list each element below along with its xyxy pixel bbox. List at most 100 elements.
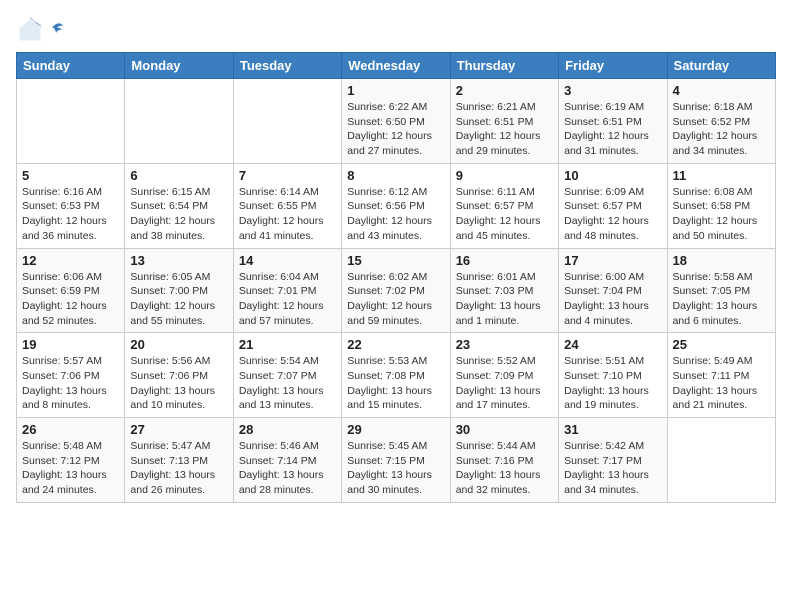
calendar-cell: 16Sunrise: 6:01 AM Sunset: 7:03 PM Dayli… [450, 248, 558, 333]
cell-info: Sunrise: 5:57 AM Sunset: 7:06 PM Dayligh… [22, 354, 119, 413]
cell-info: Sunrise: 5:56 AM Sunset: 7:06 PM Dayligh… [130, 354, 227, 413]
calendar-cell: 12 Sunrise: 6:06 AM Sunset: 6:59 PM Dayli… [17, 248, 125, 333]
day-number: 10 [564, 168, 661, 183]
col-header-monday: Monday [125, 53, 233, 79]
calendar-cell: 14Sunrise: 6:04 AM Sunset: 7:01 PM Dayli… [233, 248, 341, 333]
day-number: 5 [22, 168, 119, 183]
logo-bird-icon [47, 21, 65, 39]
col-header-tuesday: Tuesday [233, 53, 341, 79]
calendar-cell: 5 Sunrise: 6:16 AM Sunset: 6:53 PM Daylig… [17, 163, 125, 248]
col-header-thursday: Thursday [450, 53, 558, 79]
cell-info: Sunrise: 6:22 AM Sunset: 6:50 PM Dayligh… [347, 100, 444, 159]
cell-info: Sunrise: 5:45 AM Sunset: 7:15 PM Dayligh… [347, 439, 444, 498]
logo-icon [16, 16, 44, 44]
calendar-cell: 8 Sunrise: 6:12 AM Sunset: 6:56 PM Daylig… [342, 163, 450, 248]
cell-info: Sunrise: 6:02 AM Sunset: 7:02 PM Dayligh… [347, 270, 444, 329]
day-number: 21 [239, 337, 336, 352]
cell-info: Sunrise: 6:15 AM Sunset: 6:54 PM Dayligh… [130, 185, 227, 244]
cell-info: Sunrise: 5:46 AM Sunset: 7:14 PM Dayligh… [239, 439, 336, 498]
day-number: 8 [347, 168, 444, 183]
logo [16, 16, 66, 44]
col-header-saturday: Saturday [667, 53, 775, 79]
cell-info: Sunrise: 6:05 AM Sunset: 7:00 PM Dayligh… [130, 270, 227, 329]
page-header [16, 16, 776, 44]
day-number: 26 [22, 422, 119, 437]
cell-info: Sunrise: 5:54 AM Sunset: 7:07 PM Dayligh… [239, 354, 336, 413]
cell-info: Sunrise: 5:44 AM Sunset: 7:16 PM Dayligh… [456, 439, 553, 498]
calendar-cell: 28Sunrise: 5:46 AM Sunset: 7:14 PM Dayli… [233, 418, 341, 503]
cell-info: Sunrise: 5:47 AM Sunset: 7:13 PM Dayligh… [130, 439, 227, 498]
day-number: 25 [673, 337, 770, 352]
day-number: 23 [456, 337, 553, 352]
calendar-cell [125, 79, 233, 164]
cell-info: Sunrise: 6:16 AM Sunset: 6:53 PM Dayligh… [22, 185, 119, 244]
week-row-4: 19Sunrise: 5:57 AM Sunset: 7:06 PM Dayli… [17, 333, 776, 418]
calendar-cell: 7 Sunrise: 6:14 AM Sunset: 6:55 PM Daylig… [233, 163, 341, 248]
calendar-cell: 24 Sunrise: 5:51 AM Sunset: 7:10 PM Dayli… [559, 333, 667, 418]
calendar-cell: 21 Sunrise: 5:54 AM Sunset: 7:07 PM Dayli… [233, 333, 341, 418]
day-number: 11 [673, 168, 770, 183]
day-number: 15 [347, 253, 444, 268]
day-number: 31 [564, 422, 661, 437]
calendar-cell: 9 Sunrise: 6:11 AM Sunset: 6:57 PM Daylig… [450, 163, 558, 248]
cell-info: Sunrise: 5:51 AM Sunset: 7:10 PM Dayligh… [564, 354, 661, 413]
cell-info: Sunrise: 6:01 AM Sunset: 7:03 PM Dayligh… [456, 270, 553, 329]
cell-info: Sunrise: 6:14 AM Sunset: 6:55 PM Dayligh… [239, 185, 336, 244]
calendar-cell: 25 Sunrise: 5:49 AM Sunset: 7:11 PM Dayli… [667, 333, 775, 418]
day-number: 6 [130, 168, 227, 183]
col-header-sunday: Sunday [17, 53, 125, 79]
day-number: 3 [564, 83, 661, 98]
calendar-cell: 23 Sunrise: 5:52 AM Sunset: 7:09 PM Dayli… [450, 333, 558, 418]
col-header-friday: Friday [559, 53, 667, 79]
day-number: 27 [130, 422, 227, 437]
cell-info: Sunrise: 5:53 AM Sunset: 7:08 PM Dayligh… [347, 354, 444, 413]
cell-info: Sunrise: 6:21 AM Sunset: 6:51 PM Dayligh… [456, 100, 553, 159]
calendar-cell: 17 Sunrise: 6:00 AM Sunset: 7:04 PM Dayli… [559, 248, 667, 333]
day-number: 2 [456, 83, 553, 98]
calendar-cell: 26 Sunrise: 5:48 AM Sunset: 7:12 PM Dayli… [17, 418, 125, 503]
calendar-cell: 20 Sunrise: 5:56 AM Sunset: 7:06 PM Dayli… [125, 333, 233, 418]
calendar-cell: 13 Sunrise: 6:05 AM Sunset: 7:00 PM Dayli… [125, 248, 233, 333]
day-number: 18 [673, 253, 770, 268]
calendar-cell: 30 Sunrise: 5:44 AM Sunset: 7:16 PM Dayli… [450, 418, 558, 503]
cell-info: Sunrise: 6:18 AM Sunset: 6:52 PM Dayligh… [673, 100, 770, 159]
calendar-cell: 31 Sunrise: 5:42 AM Sunset: 7:17 PM Dayli… [559, 418, 667, 503]
day-number: 12 [22, 253, 119, 268]
day-number: 4 [673, 83, 770, 98]
calendar-cell: 4 Sunrise: 6:18 AM Sunset: 6:52 PM Daylig… [667, 79, 775, 164]
cell-info: Sunrise: 6:00 AM Sunset: 7:04 PM Dayligh… [564, 270, 661, 329]
calendar-cell: 2 Sunrise: 6:21 AM Sunset: 6:51 PM Daylig… [450, 79, 558, 164]
day-number: 22 [347, 337, 444, 352]
col-header-wednesday: Wednesday [342, 53, 450, 79]
day-number: 1 [347, 83, 444, 98]
day-number: 30 [456, 422, 553, 437]
cell-info: Sunrise: 6:04 AM Sunset: 7:01 PM Dayligh… [239, 270, 336, 329]
cell-info: Sunrise: 6:11 AM Sunset: 6:57 PM Dayligh… [456, 185, 553, 244]
day-number: 13 [130, 253, 227, 268]
cell-info: Sunrise: 5:52 AM Sunset: 7:09 PM Dayligh… [456, 354, 553, 413]
cell-info: Sunrise: 5:42 AM Sunset: 7:17 PM Dayligh… [564, 439, 661, 498]
cell-info: Sunrise: 5:58 AM Sunset: 7:05 PM Dayligh… [673, 270, 770, 329]
day-number: 9 [456, 168, 553, 183]
cell-info: Sunrise: 6:12 AM Sunset: 6:56 PM Dayligh… [347, 185, 444, 244]
calendar-cell [667, 418, 775, 503]
day-number: 7 [239, 168, 336, 183]
calendar-cell: 18 Sunrise: 5:58 AM Sunset: 7:05 PM Dayli… [667, 248, 775, 333]
calendar-cell: 19Sunrise: 5:57 AM Sunset: 7:06 PM Dayli… [17, 333, 125, 418]
day-number: 20 [130, 337, 227, 352]
calendar-cell [233, 79, 341, 164]
day-number: 17 [564, 253, 661, 268]
calendar-cell: 11 Sunrise: 6:08 AM Sunset: 6:58 PM Dayli… [667, 163, 775, 248]
calendar-cell [17, 79, 125, 164]
day-number: 29 [347, 422, 444, 437]
calendar-cell: 6 Sunrise: 6:15 AM Sunset: 6:54 PM Daylig… [125, 163, 233, 248]
week-row-1: 1 Sunrise: 6:22 AM Sunset: 6:50 PM Daylig… [17, 79, 776, 164]
cell-info: Sunrise: 6:06 AM Sunset: 6:59 PM Dayligh… [22, 270, 119, 329]
cell-info: Sunrise: 6:08 AM Sunset: 6:58 PM Dayligh… [673, 185, 770, 244]
cell-info: Sunrise: 5:48 AM Sunset: 7:12 PM Dayligh… [22, 439, 119, 498]
cell-info: Sunrise: 5:49 AM Sunset: 7:11 PM Dayligh… [673, 354, 770, 413]
calendar-table: SundayMondayTuesdayWednesdayThursdayFrid… [16, 52, 776, 503]
calendar-cell: 29 Sunrise: 5:45 AM Sunset: 7:15 PM Dayli… [342, 418, 450, 503]
day-number: 24 [564, 337, 661, 352]
calendar-cell: 10Sunrise: 6:09 AM Sunset: 6:57 PM Dayli… [559, 163, 667, 248]
